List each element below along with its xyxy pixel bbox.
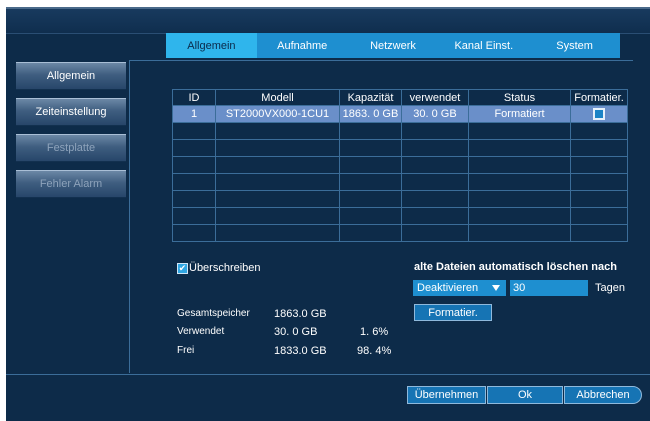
overwrite-checkbox[interactable]: ✔ Überschreiben (177, 262, 261, 274)
total-storage-value: 1863.0 GB (274, 308, 327, 320)
cell-status: Formatiert (468, 105, 571, 123)
total-storage-label: Gesamtspeicher (177, 308, 250, 319)
cell-format (570, 105, 628, 123)
tab-kanal-einst[interactable]: Kanal Einst. (438, 33, 529, 58)
used-storage-value: 30. 0 GB (274, 326, 318, 338)
free-storage-value: 1833.0 GB (274, 345, 327, 357)
days-input[interactable] (510, 280, 588, 296)
days-unit-label: Tagen (595, 282, 625, 294)
sidebar-item-festplatte[interactable]: Festplatte (16, 134, 126, 162)
tab-netzwerk[interactable]: Netzwerk (348, 33, 439, 58)
apply-button[interactable]: Übernehmen (407, 386, 486, 404)
tab-aufnahme[interactable]: Aufnahme (257, 33, 348, 58)
table-row-empty (172, 224, 628, 242)
title-bar (6, 9, 650, 34)
sidebar-item-fehler-alarm[interactable]: Fehler Alarm (16, 170, 126, 198)
checkmark-icon: ✔ (177, 262, 188, 274)
top-tab-bar: Allgemein Aufnahme Netzwerk Kanal Einst.… (166, 33, 620, 58)
cell-used: 30. 0 GB (401, 105, 469, 123)
cell-id: 1 (172, 105, 216, 123)
column-header-model: Modell (215, 89, 340, 106)
sidebar-item-allgemein[interactable]: Allgemein (16, 62, 126, 90)
tab-system[interactable]: System (529, 33, 620, 58)
sidebar-item-zeiteinstellung[interactable]: Zeiteinstellung (16, 98, 126, 126)
column-header-used: verwendet (401, 89, 469, 106)
column-header-capacity: Kapazität (339, 89, 402, 106)
cancel-button[interactable]: Abbrechen (564, 386, 642, 404)
table-row-empty (172, 173, 628, 191)
table-row-empty (172, 190, 628, 208)
table-row-empty (172, 156, 628, 174)
cell-model: ST2000VX000-1CU1 (215, 105, 340, 123)
sidebar: Allgemein Zeiteinstellung Festplatte Feh… (16, 62, 126, 206)
column-header-id: ID (172, 89, 216, 106)
free-storage-label: Frei (177, 345, 195, 356)
table-row-empty (172, 139, 628, 157)
table-row-empty (172, 122, 628, 140)
table-row[interactable]: 1 ST2000VX000-1CU1 1863. 0 GB 30. 0 GB F… (172, 105, 628, 123)
auto-delete-title: alte Dateien automatisch löschen nach (414, 261, 617, 273)
chevron-down-icon (492, 285, 500, 291)
auto-delete-selected: Deaktivieren (417, 282, 479, 294)
format-checkbox[interactable] (593, 108, 605, 121)
auto-delete-dropdown[interactable]: Deaktivieren (413, 280, 506, 296)
disk-table: ID Modell Kapazität verwendet Status For… (172, 89, 628, 242)
format-button[interactable]: Formatier. (414, 304, 492, 321)
overwrite-label: Überschreiben (189, 262, 261, 274)
table-header-row: ID Modell Kapazität verwendet Status For… (172, 89, 628, 106)
tab-allgemein[interactable]: Allgemein (166, 33, 257, 58)
cell-capacity: 1863. 0 GB (339, 105, 402, 123)
ok-button[interactable]: Ok (487, 386, 563, 404)
used-storage-label: Verwendet (177, 326, 225, 337)
column-header-format: Formatier. (570, 89, 628, 106)
column-header-status: Status (468, 89, 571, 106)
bottom-divider (6, 374, 650, 375)
used-storage-percent: 1. 6% (360, 326, 389, 338)
table-row-empty (172, 207, 628, 225)
free-storage-percent: 98. 4% (357, 345, 392, 357)
